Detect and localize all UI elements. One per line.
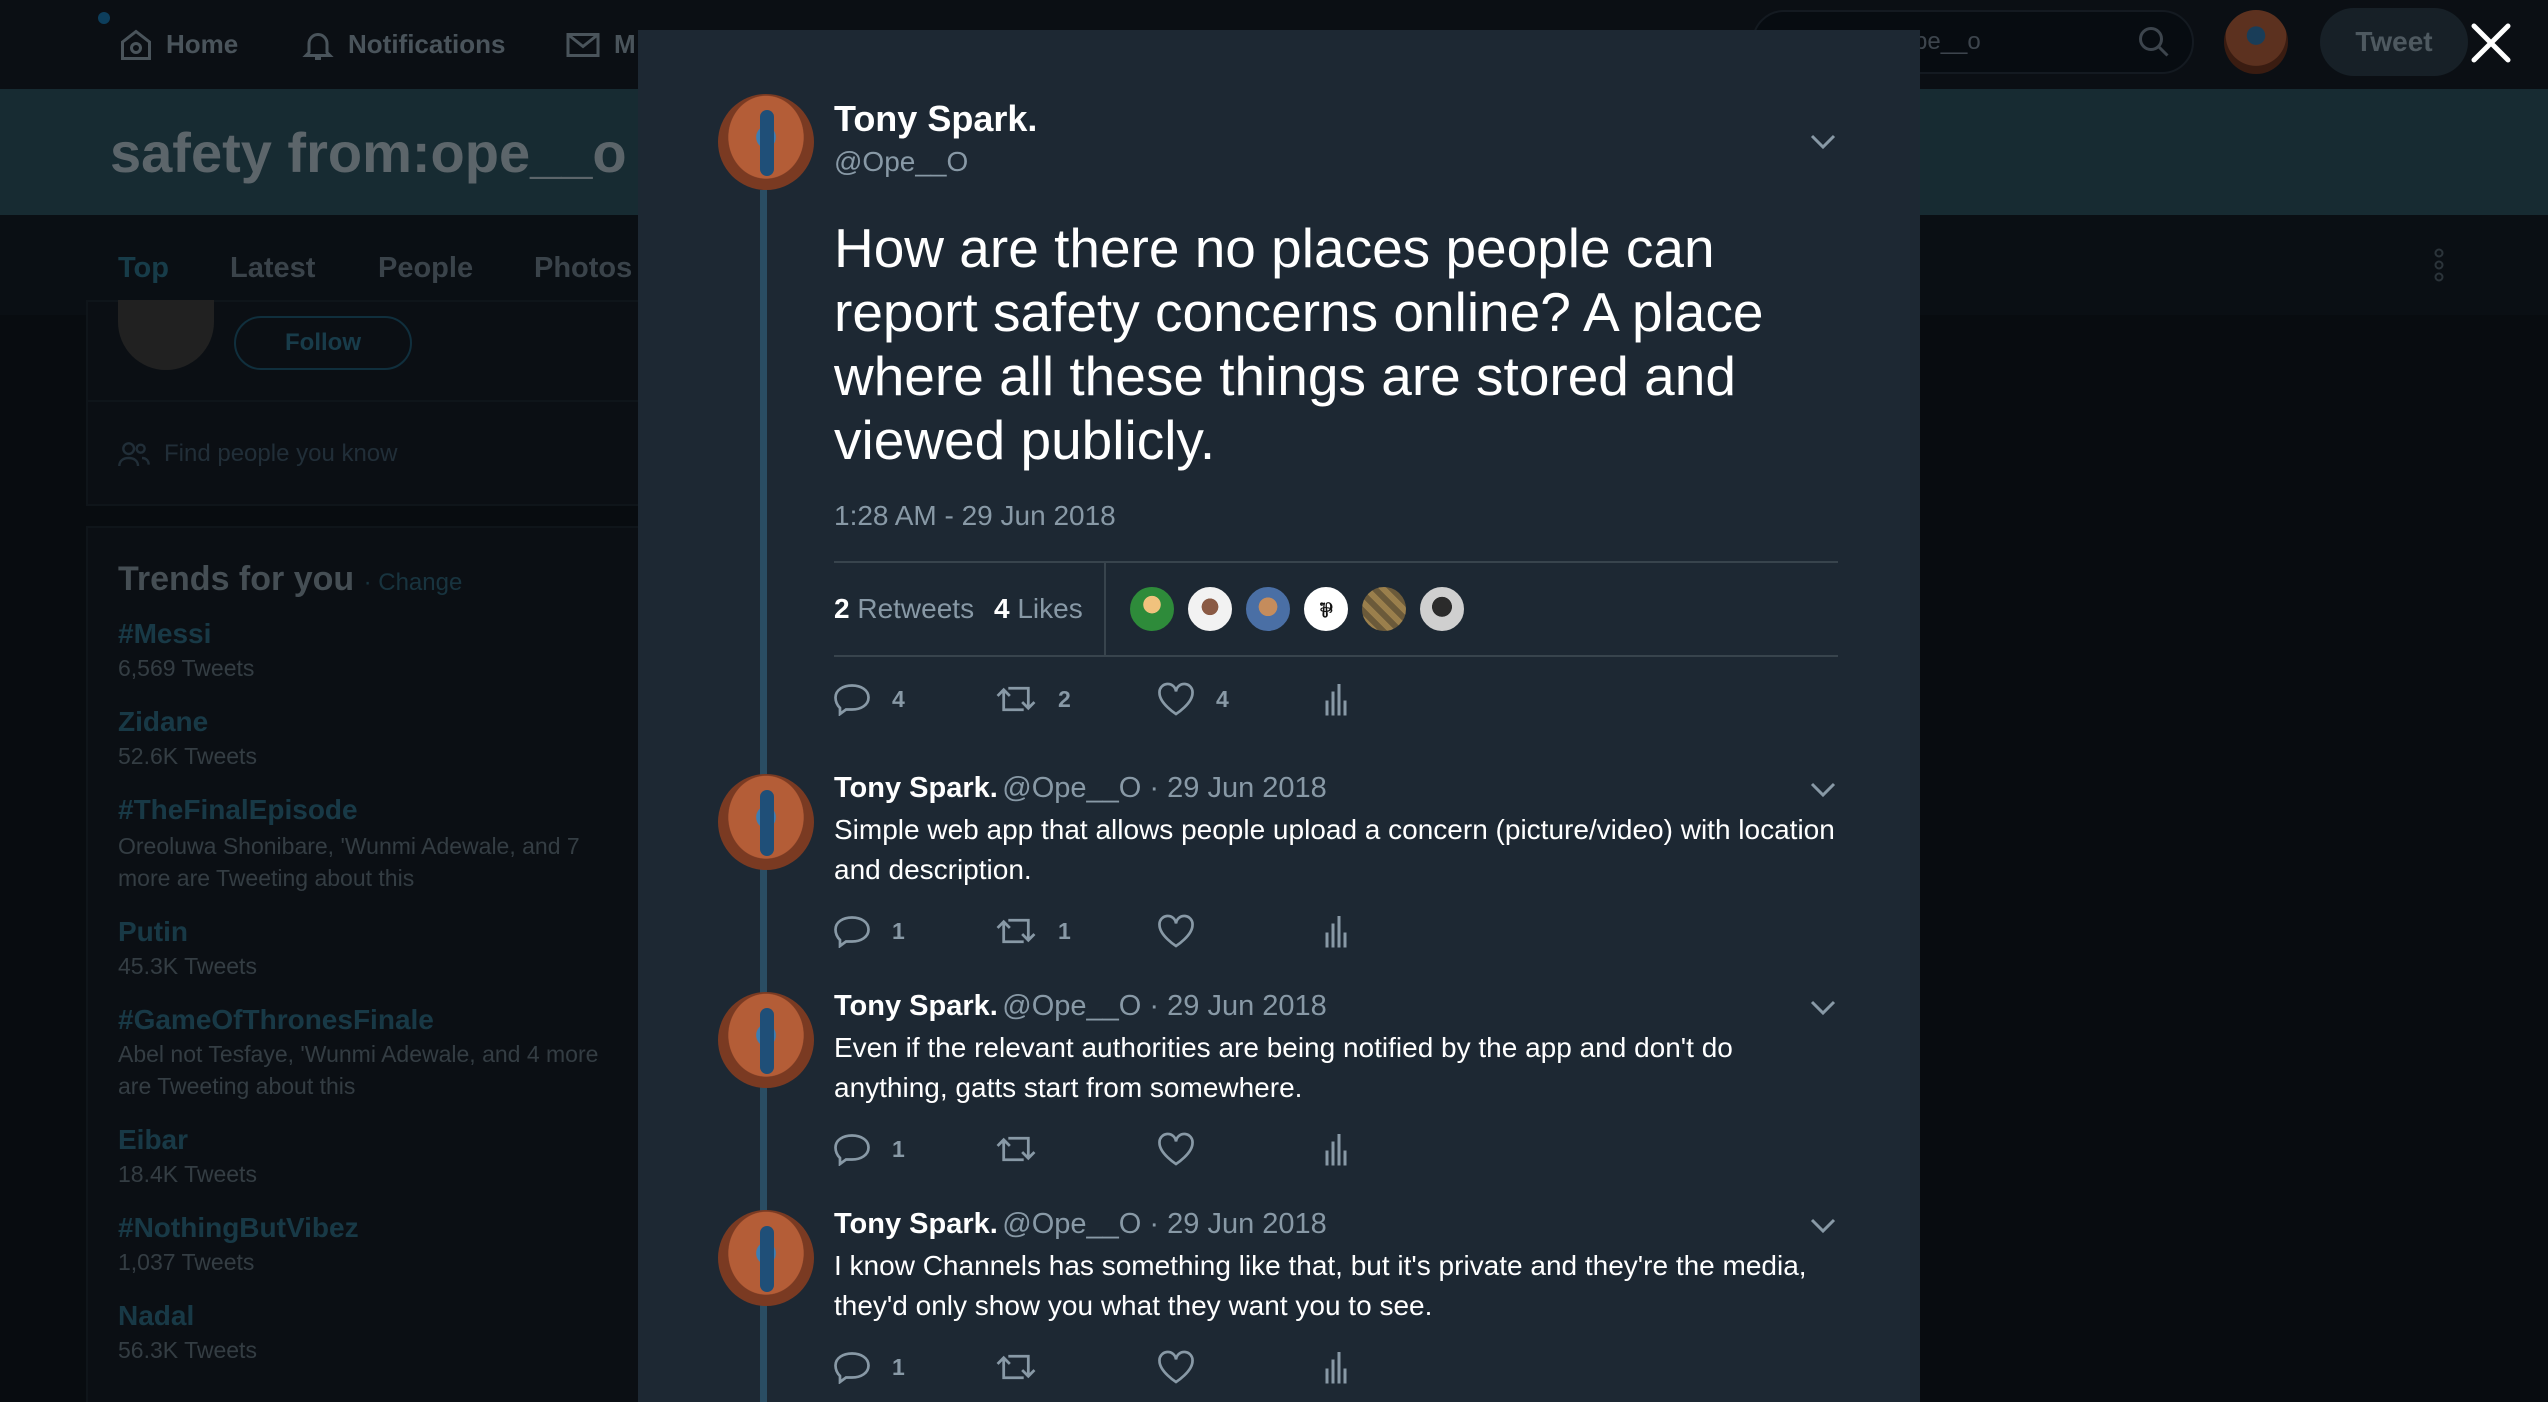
liker-avatar[interactable]: ⅌ <box>1302 585 1350 633</box>
retweet-icon <box>996 686 1036 712</box>
retweets-label: Retweets <box>857 593 975 624</box>
reply-icon <box>834 684 870 716</box>
liker-avatar[interactable] <box>1418 585 1466 633</box>
reply-author-meta[interactable]: @Ope__O · 29 Jun 2018 <box>1002 772 1326 804</box>
retweet-button[interactable] <box>996 1132 1036 1166</box>
tweet-timestamp[interactable]: 1:28 AM - 29 Jun 2018 <box>834 500 1116 532</box>
like-button[interactable] <box>1158 914 1194 948</box>
liker-avatar[interactable] <box>1244 585 1292 633</box>
heart-icon <box>1158 1132 1194 1166</box>
stats-divider <box>1104 563 1106 655</box>
author-avatar[interactable] <box>718 94 814 190</box>
analytics-button[interactable] <box>1324 1350 1348 1384</box>
liker-avatar[interactable] <box>1360 585 1408 633</box>
reply-icon <box>834 1352 870 1384</box>
chevron-down-icon[interactable] <box>1810 134 1836 150</box>
reply-author-meta[interactable]: @Ope__O · 29 Jun 2018 <box>1002 990 1326 1022</box>
reply-count: 1 <box>892 1353 905 1380</box>
reply-icon <box>834 916 870 948</box>
tweet-text: How are there no places people can repor… <box>834 217 1764 471</box>
reply-header: Tony Spark. @Ope__O · 29 Jun 2018 <box>834 772 1327 805</box>
analytics-button[interactable] <box>1324 1132 1348 1166</box>
reply-button[interactable]: 1 <box>834 1350 905 1384</box>
retweet-icon <box>996 1136 1036 1162</box>
close-icon[interactable] <box>2468 20 2514 66</box>
reply-author-meta[interactable]: @Ope__O · 29 Jun 2018 <box>1002 1208 1326 1240</box>
reply-header: Tony Spark. @Ope__O · 29 Jun 2018 <box>834 990 1327 1023</box>
retweet-button[interactable] <box>996 1350 1036 1384</box>
reply-button[interactable]: 4 <box>834 682 905 716</box>
chevron-down-icon[interactable] <box>1810 1218 1836 1234</box>
author-avatar[interactable] <box>718 1210 814 1306</box>
chevron-down-icon[interactable] <box>1810 1000 1836 1016</box>
analytics-icon <box>1325 1134 1347 1166</box>
retweet-icon <box>996 918 1036 944</box>
heart-icon <box>1158 682 1194 716</box>
likes-count: 4 <box>994 593 1010 624</box>
analytics-icon <box>1325 1352 1347 1384</box>
tweet-stats: 2 Retweets 4 Likes ⅌ <box>834 561 1838 657</box>
retweet-count: 1 <box>1058 917 1071 944</box>
reply-author-name[interactable]: Tony Spark. <box>834 990 998 1022</box>
retweets-count: 2 <box>834 593 850 624</box>
retweet-icon <box>996 1354 1036 1380</box>
retweets-stat[interactable]: 2 Retweets <box>834 593 974 625</box>
author-avatar[interactable] <box>718 992 814 1088</box>
like-button[interactable]: 4 <box>1158 682 1229 716</box>
reply-icon <box>834 1134 870 1166</box>
reply-text: Simple web app that allows people upload… <box>834 814 1835 885</box>
analytics-icon <box>1325 916 1347 948</box>
like-count: 4 <box>1216 685 1229 712</box>
author-name[interactable]: Tony Spark. <box>834 98 1037 140</box>
analytics-button[interactable] <box>1324 682 1348 716</box>
reply-text: I know Channels has something like that,… <box>834 1250 1807 1321</box>
likes-stat[interactable]: 4 Likes <box>994 593 1083 625</box>
chevron-down-icon[interactable] <box>1810 782 1836 798</box>
author-avatar[interactable] <box>718 774 814 870</box>
retweet-button[interactable]: 2 <box>996 682 1071 716</box>
liker-avatar[interactable] <box>1186 585 1234 633</box>
like-button[interactable] <box>1158 1350 1194 1384</box>
heart-icon <box>1158 914 1194 948</box>
reply-header: Tony Spark. @Ope__O · 29 Jun 2018 <box>834 1208 1327 1241</box>
reply-count: 1 <box>892 1135 905 1162</box>
likes-label: Likes <box>1017 593 1083 624</box>
analytics-icon <box>1325 684 1347 716</box>
reply-text: Even if the relevant authorities are bei… <box>834 1032 1733 1103</box>
author-handle[interactable]: @Ope__O <box>834 146 968 178</box>
reply-button[interactable]: 1 <box>834 914 905 948</box>
reply-count: 1 <box>892 917 905 944</box>
reply-button[interactable]: 1 <box>834 1132 905 1166</box>
like-button[interactable] <box>1158 1132 1194 1166</box>
retweet-button[interactable]: 1 <box>996 914 1071 948</box>
reply-author-name[interactable]: Tony Spark. <box>834 1208 998 1240</box>
liker-avatar[interactable] <box>1128 585 1176 633</box>
reply-author-name[interactable]: Tony Spark. <box>834 772 998 804</box>
retweet-count: 2 <box>1058 685 1071 712</box>
analytics-button[interactable] <box>1324 914 1348 948</box>
reply-count: 4 <box>892 685 905 712</box>
heart-icon <box>1158 1350 1194 1384</box>
